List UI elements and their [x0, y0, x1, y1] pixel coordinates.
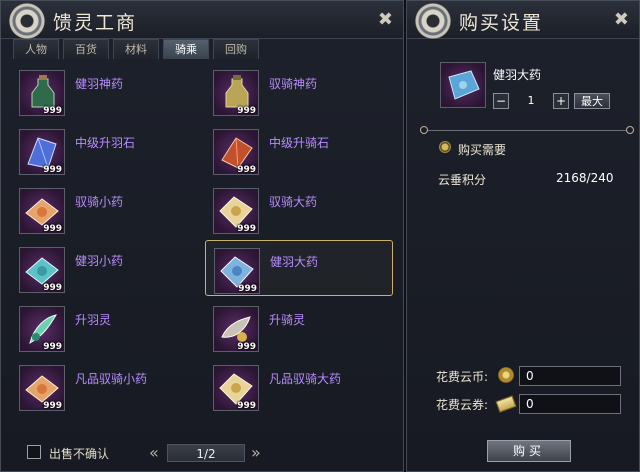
item-slot: 999 [19, 247, 65, 293]
item-name: 健羽神药 [75, 77, 124, 91]
item-name: 升骑灵 [269, 313, 306, 327]
coin-icon [498, 367, 514, 383]
item-count: 999 [43, 165, 62, 175]
list-item[interactable]: 999 健羽神药 [11, 63, 199, 119]
divider-end-icon [626, 126, 634, 134]
item-count: 999 [237, 342, 256, 352]
divider-end-icon [420, 126, 428, 134]
points-value: 2168/240 [556, 171, 614, 185]
cost-ticket-label: 花费云券: [436, 398, 489, 412]
tab-buyback[interactable]: 回购 [213, 39, 259, 59]
list-item[interactable]: 999 凡品驭骑小药 [11, 358, 199, 414]
item-name: 中级升羽石 [75, 136, 136, 150]
item-count: 999 [43, 283, 62, 293]
item-list: 999 健羽神药 999 驭骑神药 999 中级升羽石 999 中级升骑石 999 驭骑小药 999… [11, 61, 397, 433]
item-count: 999 [43, 342, 62, 352]
item-slot: 999 [213, 365, 259, 411]
divider [424, 130, 632, 131]
page-indicator: 1/2 [167, 444, 245, 462]
shop-title: 馈灵工商 [53, 12, 138, 34]
list-item[interactable]: 999 中级升骑石 [205, 122, 393, 178]
category-tabs: 人物 百货 材料 骑乘 回购 [13, 39, 259, 61]
shop-footer: 出售不确认 « 1/2 » [1, 435, 403, 472]
requirement-icon [439, 141, 451, 153]
item-slot: 999 [214, 248, 260, 294]
item-name: 凡品驭骑大药 [269, 372, 342, 386]
sell-no-confirm-label: 出售不确认 [49, 447, 110, 461]
item-slot: 999 [213, 129, 259, 175]
shop-titlebar: 馈灵工商 ✖ [1, 1, 403, 39]
item-count: 999 [237, 106, 256, 116]
gear-emblem-icon [9, 3, 45, 39]
cost-coin-field: 0 [519, 366, 621, 386]
quantity-decrease-button[interactable]: − [493, 93, 509, 109]
item-slot: 999 [19, 306, 65, 352]
page-prev-button[interactable]: « [149, 443, 159, 462]
item-count: 999 [43, 224, 62, 234]
item-slot: 999 [213, 188, 259, 234]
item-slot: 999 [19, 129, 65, 175]
tools-close-icon[interactable]: ✖ [378, 9, 393, 30]
item-name: 驭骑小药 [75, 195, 124, 209]
item-count: 999 [43, 401, 62, 411]
item-slot: 999 [19, 70, 65, 116]
points-label: 云垂积分 [438, 173, 487, 187]
tab-materials[interactable]: 材料 [113, 39, 159, 59]
list-item[interactable]: 999 中级升羽石 [11, 122, 199, 178]
cost-coin-label: 花费云币: [436, 370, 489, 384]
list-item[interactable]: 999 健羽大药 [205, 240, 393, 296]
item-name: 健羽大药 [270, 255, 319, 269]
tab-mounts[interactable]: 骑乘 [163, 39, 209, 59]
list-item[interactable]: 999 健羽小药 [11, 240, 199, 296]
item-slot: 999 [213, 306, 259, 352]
purchase-titlebar: 购买设置 ✖ [407, 1, 639, 39]
tools-close-icon[interactable]: ✖ [614, 9, 629, 30]
cost-ticket-field: 0 [519, 394, 621, 414]
list-item[interactable]: 999 驭骑神药 [205, 63, 393, 119]
buy-button[interactable]: 购买 [487, 440, 571, 462]
list-item[interactable]: 999 升羽灵 [11, 299, 199, 355]
item-slot: 999 [19, 188, 65, 234]
item-name: 驭骑大药 [269, 195, 318, 209]
list-item[interactable]: 999 驭骑小药 [11, 181, 199, 237]
quantity-max-button[interactable]: 最大 [574, 93, 610, 109]
shop-panel: 馈灵工商 ✖ 人物 百货 材料 骑乘 回购 999 健羽神药 999 驭骑神药 999 中… [0, 0, 404, 472]
item-name: 驭骑神药 [269, 77, 318, 91]
quantity-input[interactable]: 1 [513, 93, 549, 109]
item-count: 999 [237, 165, 256, 175]
tab-general[interactable]: 百货 [63, 39, 109, 59]
selected-item-name: 健羽大药 [493, 68, 542, 82]
list-item[interactable]: 999 凡品驭骑大药 [205, 358, 393, 414]
item-count: 999 [237, 224, 256, 234]
item-slot: 999 [213, 70, 259, 116]
item-name: 凡品驭骑小药 [75, 372, 148, 386]
tab-characters[interactable]: 人物 [13, 39, 59, 59]
list-item[interactable]: 999 驭骑大药 [205, 181, 393, 237]
item-slot: 999 [19, 365, 65, 411]
item-count: 999 [43, 106, 62, 116]
gear-emblem-icon [415, 3, 451, 39]
list-item[interactable]: 999 升骑灵 [205, 299, 393, 355]
requirement-label: 购买需要 [458, 143, 507, 157]
item-name: 健羽小药 [75, 254, 124, 268]
page-next-button[interactable]: » [251, 443, 261, 462]
quantity-increase-button[interactable]: + [553, 93, 569, 109]
item-count: 999 [237, 401, 256, 411]
item-name: 中级升骑石 [269, 136, 330, 150]
selected-item-icon [440, 62, 486, 108]
sell-no-confirm-checkbox[interactable] [27, 445, 41, 459]
purchase-title: 购买设置 [459, 12, 544, 34]
item-name: 升羽灵 [75, 313, 112, 327]
item-count: 999 [238, 284, 257, 294]
